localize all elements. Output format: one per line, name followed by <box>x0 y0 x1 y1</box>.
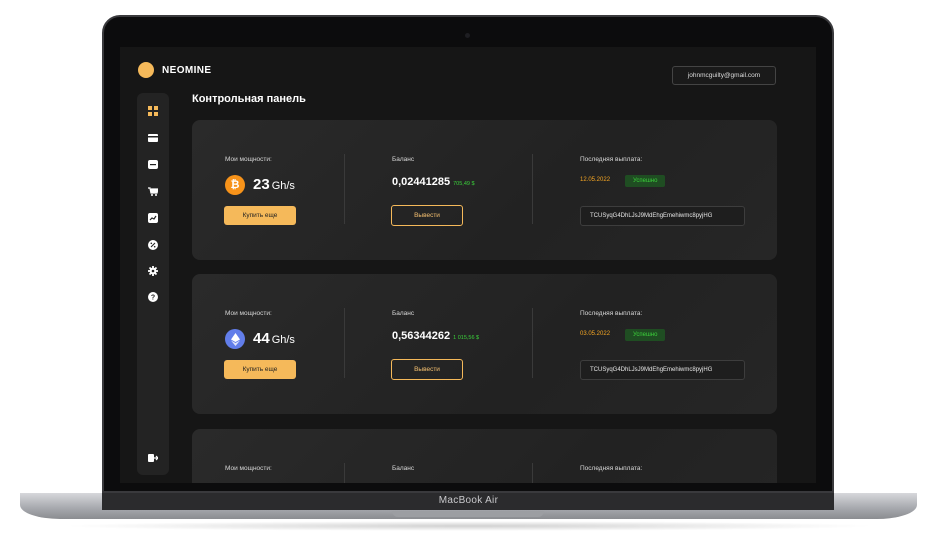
page-title: Контрольная панель <box>192 93 306 105</box>
laptop-notch <box>392 511 544 517</box>
logout-icon[interactable] <box>148 453 158 463</box>
divider <box>532 154 533 224</box>
sidebar: ? <box>137 93 169 475</box>
balance-label: Баланс <box>392 310 415 317</box>
power-label: Мои мощности: <box>225 465 272 472</box>
balance-label: Баланс <box>392 156 415 163</box>
gear-icon[interactable] <box>148 266 158 276</box>
balance-usd: 705,49 $ <box>453 181 475 187</box>
svg-text:?: ? <box>151 295 155 302</box>
withdraw-button[interactable]: Вывести <box>391 205 463 226</box>
logo-icon <box>138 62 154 78</box>
divider <box>344 308 345 378</box>
divider <box>344 154 345 224</box>
cart-icon[interactable] <box>148 186 158 196</box>
power-label: Мои мощности: <box>225 310 272 317</box>
camera-icon <box>465 33 470 38</box>
divider <box>532 308 533 378</box>
payout-date: 03.05.2022 <box>580 331 611 337</box>
divider <box>344 463 345 483</box>
balance-value: 0,02441285 705,49 $ <box>392 176 475 188</box>
wallet-icon[interactable] <box>148 159 158 169</box>
balance-value: 0,56344262 1 015,56 $ <box>392 330 480 342</box>
percent-icon[interactable] <box>148 240 158 250</box>
mining-card: Мои мощности: Баланс Последняя выплата: <box>192 429 777 483</box>
balance-usd: 1 015,56 $ <box>453 335 480 341</box>
tx-id-field[interactable]: TCUSyqG4DhLJsJ9MdEhgEmehiwmc8pyjHG <box>580 206 745 226</box>
model-label: MacBook Air <box>438 495 499 506</box>
balance-label: Баланс <box>392 465 415 472</box>
payout-label: Последняя выплата: <box>580 310 643 317</box>
dashboard-icon[interactable] <box>148 106 158 116</box>
chart-icon[interactable] <box>148 213 158 223</box>
app-screen: NEOMINE johnmcguilty@gmail.com ? Контрол… <box>120 47 816 483</box>
buy-more-button[interactable]: Купить еще <box>224 360 296 379</box>
power-label: Мои мощности: <box>225 156 272 163</box>
power-value: 23 Gh/s <box>253 176 295 193</box>
withdraw-button[interactable]: Вывести <box>391 359 463 380</box>
payout-label: Последняя выплата: <box>580 156 643 163</box>
card-icon[interactable] <box>148 133 158 143</box>
payout-date: 12.05.2022 <box>580 177 611 183</box>
laptop-shadow <box>60 521 877 531</box>
tx-id-field[interactable]: TCUSyqG4DhLJsJ9MdEhgEmehiwmc8pyjHG <box>580 360 745 380</box>
help-icon[interactable]: ? <box>148 292 158 302</box>
bitcoin-icon: ₿ <box>225 175 245 195</box>
logo[interactable]: NEOMINE <box>138 62 211 78</box>
buy-more-button[interactable]: Купить еще <box>224 206 296 225</box>
user-email-button[interactable]: johnmcguilty@gmail.com <box>672 66 776 85</box>
brand-name: NEOMINE <box>162 64 212 76</box>
mining-card: Мои мощности: 44 Gh/s Купить еще Баланс 0… <box>192 274 777 414</box>
power-value: 44 Gh/s <box>253 330 295 347</box>
status-badge: Успешно <box>625 329 666 341</box>
mining-card: Мои мощности: ₿ 23 Gh/s Купить еще Баланс… <box>192 120 777 260</box>
status-badge: Успешно <box>625 175 666 187</box>
divider <box>532 463 533 483</box>
payout-label: Последняя выплата: <box>580 465 643 472</box>
ethereum-icon <box>225 329 245 349</box>
